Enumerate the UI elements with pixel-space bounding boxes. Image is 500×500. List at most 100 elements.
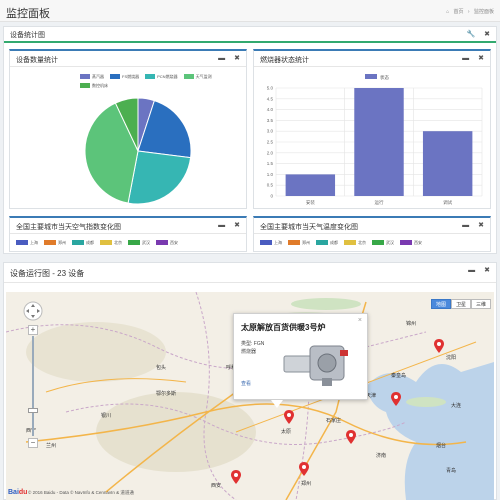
- close-icon[interactable]: ✖: [484, 31, 490, 38]
- map-type-map[interactable]: 地图: [431, 299, 451, 309]
- minimize-icon[interactable]: ▬: [218, 222, 225, 229]
- terrain-patch: [96, 392, 256, 472]
- device-map-title-text: 设备运行图: [10, 269, 50, 278]
- device-marker-icon[interactable]: [434, 339, 444, 353]
- temperature-legend: 上海 郑州 成都 北京 武汉 西安: [260, 240, 428, 246]
- bar-chart: 状态 0 0.5 1.0 1.5 2.0 2.5 3.0 3.5 4.0 4.5 5.0 安装 运行 调试: [267, 74, 483, 206]
- legend-swatch: [100, 240, 112, 246]
- overview-accent-line: [4, 41, 496, 43]
- park-area: [291, 298, 361, 310]
- legend-swatch: [128, 240, 140, 246]
- legend-label: 郑州: [302, 240, 310, 245]
- pie-chart: [84, 97, 192, 205]
- legend-item[interactable]: 郑州: [44, 240, 66, 246]
- breadcrumb-home[interactable]: 首页: [454, 9, 464, 15]
- zoom-in-button[interactable]: +: [28, 325, 38, 335]
- close-icon[interactable]: ✖: [234, 222, 240, 229]
- legend-swatch: [44, 240, 56, 246]
- city-label: 沈阳: [446, 355, 457, 361]
- legend-swatch: [316, 240, 328, 246]
- city-label: 郑州: [301, 481, 312, 487]
- device-count-panel-title: 设备数量统计: [16, 57, 58, 64]
- popup-type: 类型: FGN: [241, 341, 265, 347]
- legend-item[interactable]: 北京: [344, 240, 366, 246]
- minimize-icon[interactable]: ▬: [462, 55, 469, 62]
- legend-item[interactable]: 郑州: [288, 240, 310, 246]
- legend-item[interactable]: 武汉: [372, 240, 394, 246]
- close-icon[interactable]: ✖: [484, 267, 490, 274]
- legend-swatch: [400, 240, 412, 246]
- zoom-slider[interactable]: [28, 336, 38, 436]
- bar[interactable]: [285, 174, 336, 196]
- terrain-patch: [26, 322, 166, 382]
- y-tick-label: 5.0: [267, 86, 274, 91]
- minimize-icon[interactable]: ▬: [462, 222, 469, 229]
- sea-area: [366, 362, 494, 500]
- legend-label: 郑州: [58, 240, 66, 245]
- city-label: 青岛: [446, 468, 457, 474]
- zoom-out-button[interactable]: −: [28, 438, 38, 448]
- minimize-icon[interactable]: ▬: [218, 55, 225, 62]
- legend-swatch: [156, 240, 168, 246]
- device-marker-icon[interactable]: [346, 430, 356, 444]
- bar[interactable]: [354, 88, 404, 196]
- device-map-panel-header: 设备运行图 - 23 设备 ▬ ✖: [4, 263, 496, 283]
- city-label: 锦州: [406, 321, 417, 327]
- x-tick-label: 调试: [443, 199, 452, 206]
- x-tick-label: 安装: [306, 199, 315, 206]
- legend-item[interactable]: 成都: [72, 240, 94, 246]
- minimize-icon[interactable]: ▬: [468, 267, 475, 274]
- device-marker-icon[interactable]: [284, 410, 294, 424]
- temperature-panel: 全国主要城市当天气温度变化图 ▬ ✖ 上海 郑州 成都 北京 武汉 西安: [253, 216, 491, 252]
- legend-swatch: [260, 240, 272, 246]
- burner-status-panel-header: 燃烧器状态统计 ▬ ✖: [254, 51, 490, 67]
- device-marker-icon[interactable]: [231, 470, 241, 484]
- legend-item[interactable]: 北京: [100, 240, 122, 246]
- park-area: [406, 397, 446, 407]
- legend-item[interactable]: 上海: [16, 240, 38, 246]
- legend-item[interactable]: 武汉: [128, 240, 150, 246]
- city-label: 兰州: [46, 443, 57, 449]
- popup-view-link[interactable]: 查看: [241, 380, 251, 387]
- y-tick-label: 4.5: [267, 96, 274, 101]
- map-type-satellite[interactable]: 卫星: [451, 299, 471, 309]
- legend-swatch: [72, 240, 84, 246]
- bar[interactable]: [422, 131, 473, 196]
- legend-label: 成都: [86, 240, 94, 245]
- legend-item[interactable]: 西安: [400, 240, 422, 246]
- legend-label: 北京: [114, 240, 122, 245]
- popup-category: 燃烧器: [241, 349, 257, 355]
- legend-swatch: [288, 240, 300, 246]
- legend-item[interactable]: 西安: [156, 240, 178, 246]
- y-tick-label: 3.0: [267, 129, 274, 134]
- city-label: 石家庄: [326, 418, 342, 424]
- close-icon[interactable]: ✖: [478, 222, 484, 229]
- air-quality-panel: 全国主要城市当天空气指数变化图 ▬ ✖ 上海 郑州 成都 北京 武汉 西安: [9, 216, 247, 252]
- zoom-handle[interactable]: [28, 408, 38, 413]
- legend-label: 西安: [170, 240, 178, 245]
- close-icon[interactable]: ✖: [234, 55, 240, 62]
- breadcrumb-current: 监控面板: [473, 9, 494, 15]
- y-tick-label: 0: [270, 194, 273, 199]
- wrench-icon[interactable]: 🔧: [466, 31, 475, 38]
- popup-pointer: [271, 400, 283, 408]
- device-marker-icon[interactable]: [391, 392, 401, 406]
- city-label: 太原: [281, 429, 292, 435]
- close-icon[interactable]: ×: [358, 317, 362, 324]
- legend-swatch: [344, 240, 356, 246]
- map-type-3d[interactable]: 三维: [471, 299, 491, 309]
- x-tick-label: 运行: [375, 199, 384, 206]
- y-tick-label: 2.5: [267, 140, 274, 145]
- city-label: 济南: [376, 453, 387, 459]
- page-title: 监控面板: [6, 8, 50, 20]
- legend-item[interactable]: 成都: [316, 240, 338, 246]
- burner-image: [283, 345, 348, 386]
- close-icon[interactable]: ✖: [478, 55, 484, 62]
- device-marker-icon[interactable]: [299, 462, 309, 476]
- pie-slice[interactable]: [127, 150, 192, 205]
- legend-label: 西安: [414, 240, 422, 245]
- city-label: 西宁: [26, 428, 37, 434]
- air-quality-panel-header: 全国主要城市当天空气指数变化图 ▬ ✖: [10, 218, 246, 234]
- legend-item[interactable]: 上海: [260, 240, 282, 246]
- pan-control[interactable]: [23, 301, 43, 321]
